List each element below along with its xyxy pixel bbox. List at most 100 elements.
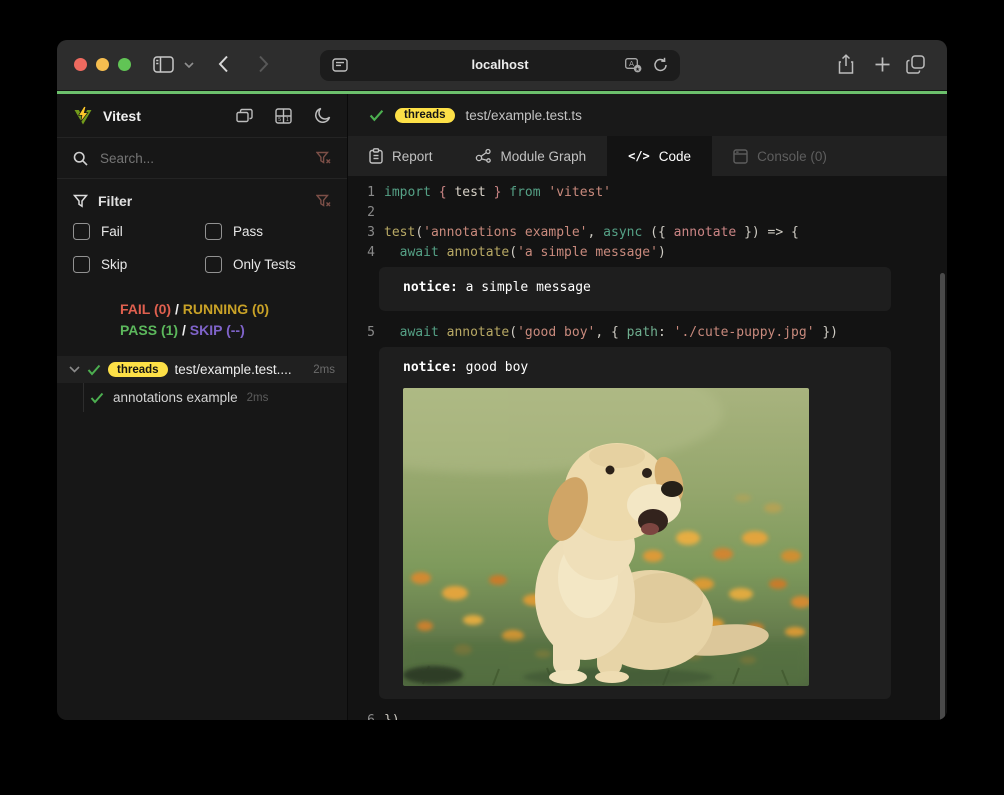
sidebar: Vitest 5 1 xyxy=(57,94,348,720)
tab-report[interactable]: Report xyxy=(348,136,454,176)
skip-count: SKIP (--) xyxy=(190,322,245,338)
editor-scrollbar[interactable] xyxy=(940,273,945,720)
pass-count: PASS (1) xyxy=(120,322,178,338)
vitest-logo-icon xyxy=(73,106,93,126)
theme-toggle-button[interactable] xyxy=(314,107,331,124)
svg-text:5: 5 xyxy=(278,117,281,123)
svg-text:1: 1 xyxy=(286,117,289,123)
tab-console[interactable]: Console (0) xyxy=(712,136,848,176)
pass-check-icon xyxy=(90,392,104,404)
new-tab-button[interactable] xyxy=(875,57,890,72)
running-count: RUNNING (0) xyxy=(183,301,269,317)
pass-check-icon xyxy=(369,109,384,122)
minimize-button[interactable] xyxy=(96,58,109,71)
line-number: 2 xyxy=(348,203,375,223)
browser-window: localhost A ★ xyxy=(57,40,947,720)
app-title: Vitest xyxy=(103,108,141,124)
zoom-button[interactable] xyxy=(118,58,131,71)
filter-clear-icon xyxy=(316,151,331,165)
checkbox-icon[interactable] xyxy=(73,223,90,240)
code-line-5: 5 await annotate('good boy', { path: './… xyxy=(348,323,947,343)
svg-text:A: A xyxy=(629,59,634,68)
clear-filter-button[interactable] xyxy=(316,194,331,208)
test-file-name: test/example.test.... xyxy=(175,362,292,377)
search-icon xyxy=(73,151,88,166)
code-line-6: 6}) xyxy=(348,711,947,720)
filter-checkbox-only-tests[interactable]: Only Tests xyxy=(205,256,331,273)
graph-nodes-icon xyxy=(475,148,492,164)
filter-section: Filter Fail Pass Skip Only Tests xyxy=(57,179,347,289)
reload-icon[interactable] xyxy=(653,57,668,78)
filter-checkbox-pass[interactable]: Pass xyxy=(205,223,331,240)
translate-icon[interactable]: A ★ xyxy=(625,58,642,78)
annotation-notice: notice: a simple message xyxy=(379,267,891,311)
clipboard-icon xyxy=(369,148,383,164)
test-file-row[interactable]: threads test/example.test.... 2ms xyxy=(57,356,347,383)
code-editor[interactable]: 1import { test } from 'vitest'23test('an… xyxy=(348,176,947,720)
funnel-icon xyxy=(73,194,88,208)
test-summary: FAIL (0) / RUNNING (0) PASS (1) / SKIP (… xyxy=(57,293,347,347)
line-number: 1 xyxy=(348,183,375,203)
report-grid-icon: 5 1 xyxy=(275,108,292,124)
toolbar-chevron-down-icon[interactable] xyxy=(184,62,194,68)
test-tree: threads test/example.test.... 2ms annota… xyxy=(57,356,347,412)
filter-options: Fail Pass Skip Only Tests xyxy=(73,223,331,273)
attachment-image[interactable] xyxy=(403,388,809,686)
tab-module-graph[interactable]: Module Graph xyxy=(454,136,608,176)
test-case-duration: 2ms xyxy=(247,392,269,404)
test-case-row[interactable]: annotations example 2ms xyxy=(57,383,347,412)
main-panel: threads test/example.test.ts Report xyxy=(348,94,947,720)
code-line-4: 4 await annotate('a simple message') xyxy=(348,243,947,263)
code-line-3: 3test('annotations example', async ({ an… xyxy=(348,223,947,243)
tab-bar: Report Module Graph </> Code xyxy=(348,136,947,176)
file-path: test/example.test.ts xyxy=(466,108,582,123)
filter-checkbox-skip[interactable]: Skip xyxy=(73,256,199,273)
pool-badge: threads xyxy=(395,108,455,123)
chevron-down-icon[interactable] xyxy=(69,366,80,373)
filter-checkbox-fail[interactable]: Fail xyxy=(73,223,199,240)
collapse-tests-button[interactable] xyxy=(236,108,253,123)
search-input[interactable] xyxy=(98,150,306,167)
sidebar-toggle-button[interactable] xyxy=(153,56,174,73)
app-content: Vitest 5 1 xyxy=(57,94,947,720)
tab-code[interactable]: </> Code xyxy=(607,136,712,176)
annotation-notice: notice: good boy xyxy=(379,347,891,699)
back-button[interactable] xyxy=(218,55,229,73)
test-case-name: annotations example xyxy=(113,390,238,405)
address-bar[interactable]: localhost A ★ xyxy=(320,50,680,81)
notice-text: good boy xyxy=(458,360,528,375)
notice-label: notice: xyxy=(403,280,458,295)
test-file-duration: 2ms xyxy=(313,364,335,376)
sidebar-header: Vitest 5 1 xyxy=(57,94,347,138)
svg-text:★: ★ xyxy=(635,66,640,73)
tab-overview-button[interactable] xyxy=(906,55,925,74)
code-line-1: 1import { test } from 'vitest' xyxy=(348,183,947,203)
share-button[interactable] xyxy=(837,54,855,75)
line-number: 6 xyxy=(348,711,375,720)
line-number: 5 xyxy=(348,323,375,343)
close-button[interactable] xyxy=(74,58,87,71)
puppy-photo xyxy=(403,388,809,686)
line-number: 4 xyxy=(348,243,375,263)
clear-search-button[interactable] xyxy=(316,151,331,165)
notice-label: notice: xyxy=(403,360,458,375)
console-panel-icon xyxy=(733,149,748,164)
code-icon: </> xyxy=(628,149,650,163)
browser-toolbar: localhost A ★ xyxy=(57,40,947,90)
fail-count: FAIL (0) xyxy=(120,301,171,317)
dashboard-button[interactable]: 5 1 xyxy=(275,108,292,124)
notice-text: a simple message xyxy=(458,280,591,295)
forward-button[interactable] xyxy=(258,55,269,73)
moon-icon xyxy=(314,107,331,124)
checkbox-icon[interactable] xyxy=(205,256,222,273)
file-header: threads test/example.test.ts xyxy=(348,94,947,136)
search-bar xyxy=(57,138,347,179)
pass-check-icon xyxy=(87,364,101,376)
sidebar-icon xyxy=(153,56,174,73)
line-number: 3 xyxy=(348,223,375,243)
checkbox-icon[interactable] xyxy=(73,256,90,273)
filter-title: Filter xyxy=(98,193,306,209)
checkbox-icon[interactable] xyxy=(205,223,222,240)
stacked-windows-icon xyxy=(236,108,253,123)
code-line-2: 2 xyxy=(348,203,947,223)
